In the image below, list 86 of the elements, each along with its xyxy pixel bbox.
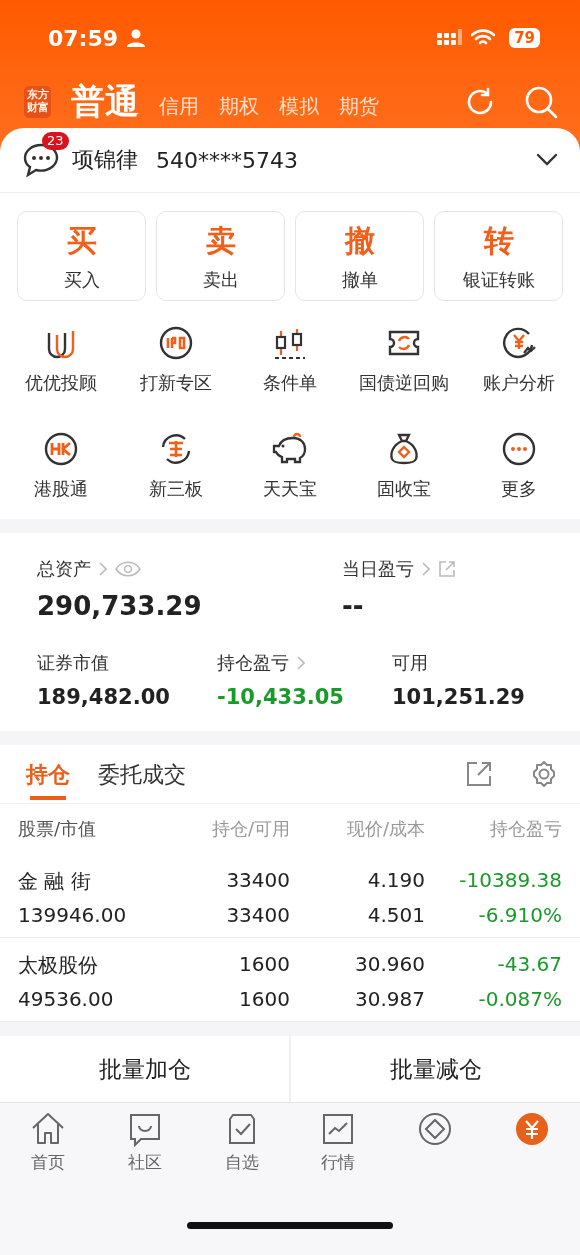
- batch-trade-button[interactable]: 批量减仓: [291, 1036, 580, 1102]
- feature-shortcut[interactable]: 天天宝: [232, 427, 348, 505]
- table-cell-text: 33400: [225, 868, 290, 894]
- coin-chart-icon: [500, 325, 537, 361]
- account-number: 540****5743: [156, 147, 298, 173]
- feature-shortcut[interactable]: 固收宝: [347, 427, 462, 505]
- feature-shortcut[interactable]: 港股通: [4, 427, 119, 505]
- asset-label: 当日盈亏: [342, 557, 414, 581]
- asset-value: -10,433.05: [217, 685, 345, 709]
- table-cell-text: 139946.00: [18, 903, 128, 927]
- feature-shortcut[interactable]: 优优投顾: [4, 321, 119, 399]
- action-glyph: 撤: [344, 221, 375, 260]
- holdings-tab[interactable]: 委托成交: [98, 745, 186, 803]
- tab-bar-item[interactable]: 自选: [193, 1109, 290, 1176]
- table-cell-text: 4.190: [366, 868, 425, 894]
- asset-value: 189,482.00: [37, 685, 171, 709]
- more-icon: [500, 431, 537, 467]
- table-cell-text: -0.087%: [477, 987, 562, 1011]
- chat-smile-icon: [127, 1111, 163, 1147]
- diamond-circle-icon: [417, 1111, 453, 1147]
- table-cell-text: 33400: [225, 903, 290, 927]
- batch-trade-button[interactable]: 批量加仓: [0, 1036, 289, 1102]
- share-icon: [438, 560, 456, 578]
- column-header: 持仓盈亏: [489, 817, 562, 841]
- person-icon: [126, 28, 147, 48]
- feature-shortcut[interactable]: 国债逆回购: [347, 321, 462, 399]
- action-label: 卖出: [202, 267, 239, 292]
- battery-level: 79: [509, 28, 540, 48]
- message-count-badge: 23: [42, 132, 69, 150]
- wifi-icon: [471, 29, 496, 47]
- trade-action-button[interactable]: 卖 卖出: [156, 211, 285, 301]
- asset-value: 101,251.29: [392, 685, 526, 709]
- action-glyph: 转: [483, 221, 514, 260]
- feature-shortcut[interactable]: 更多: [461, 427, 576, 505]
- chevron-right-icon: [297, 656, 305, 670]
- table-cell-text: -10389.38: [458, 868, 562, 894]
- holding-row[interactable]: 金 融 街 33400 4.190 -10389.38 139946.00 33400 4.501 -6.910%: [0, 854, 580, 938]
- action-label: 买入: [63, 267, 100, 292]
- feature-shortcut[interactable]: 新三板: [118, 427, 233, 505]
- table-cell-text: -43.67: [496, 952, 562, 978]
- column-header: 现价/成本: [345, 817, 425, 841]
- table-cell-text: 30.987: [354, 987, 425, 1011]
- asset-value: 290,733.29: [37, 591, 203, 621]
- action-glyph: 买: [66, 221, 97, 260]
- column-header: 持仓/可用: [210, 817, 290, 841]
- share-icon[interactable]: [466, 761, 492, 787]
- asset-label: 证券市值: [37, 651, 109, 675]
- feature-shortcut[interactable]: 打新专区: [118, 321, 233, 399]
- tab-bar-item[interactable]: 行情: [290, 1109, 387, 1176]
- chevron-right-icon: [422, 562, 430, 576]
- table-cell-text: 1600: [238, 987, 290, 1011]
- asset-label: 总资产: [37, 557, 91, 581]
- action-label: 银证转账: [462, 267, 535, 292]
- table-cell-text: 金 融 街: [18, 868, 92, 895]
- table-cell-text: 49536.00: [18, 987, 115, 1011]
- table-cell-text: 4.501: [366, 903, 425, 927]
- action-glyph: 卖: [205, 221, 236, 260]
- settings-icon[interactable]: [530, 760, 558, 788]
- yuan-circle-icon: [513, 1111, 550, 1147]
- search-icon[interactable]: [524, 85, 558, 119]
- trade-action-button[interactable]: 买 买入: [17, 211, 146, 301]
- chevron-down-icon[interactable]: [536, 153, 558, 167]
- ipo-badge-icon: [157, 325, 194, 361]
- table-cell-text: -6.910%: [477, 903, 562, 927]
- column-header: 股票/市值: [18, 817, 98, 841]
- feature-shortcut[interactable]: 账户分析: [461, 321, 576, 399]
- holding-row[interactable]: 太极股份 1600 30.960 -43.67 49536.00 1600 30.987 -0.087%: [0, 938, 580, 1022]
- signal-icon: [437, 29, 464, 47]
- status-time: 07:59: [48, 25, 119, 51]
- chevron-right-icon: [99, 562, 107, 576]
- tab-bar-item[interactable]: 社区: [96, 1109, 194, 1176]
- eye-icon: [115, 561, 141, 577]
- app-logo: 东方财富: [24, 86, 52, 118]
- trade-action-button[interactable]: 转 银证转账: [434, 211, 563, 301]
- asset-link[interactable]: 持仓盈亏: [217, 651, 305, 675]
- action-label: 撤单: [341, 267, 378, 292]
- account-name: 项锦律: [72, 146, 138, 174]
- asset-value: --: [342, 591, 365, 621]
- hk-badge-icon: [43, 431, 80, 467]
- table-cell-text: 太极股份: [18, 952, 99, 979]
- tab-bar-item[interactable]: 首页: [0, 1109, 97, 1176]
- table-cell-text: 30.960: [354, 952, 425, 978]
- feature-shortcut[interactable]: 条件单: [232, 321, 348, 399]
- table-cell-text: 1600: [238, 952, 290, 978]
- trade-action-button[interactable]: 撤 撤单: [295, 211, 424, 301]
- asset-label: 可用: [392, 651, 428, 675]
